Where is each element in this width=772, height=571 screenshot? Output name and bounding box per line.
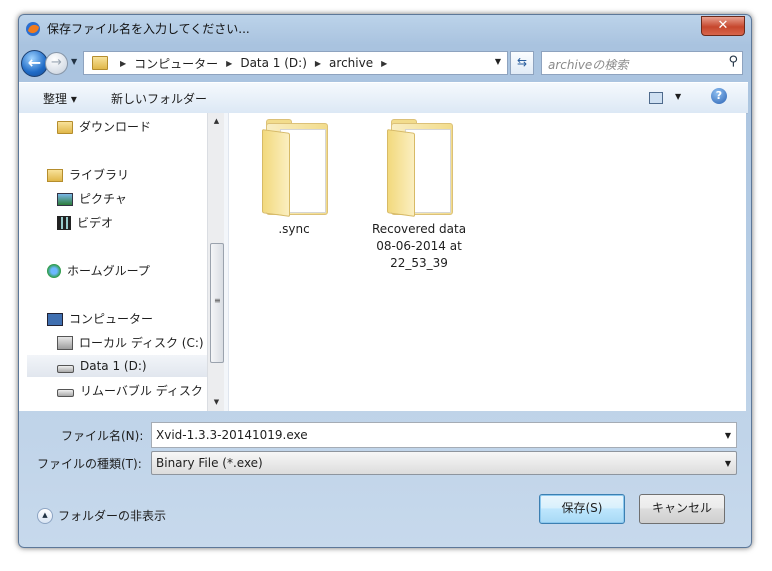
file-name: Recovered data 08-06-2014 at 22_53_39: [371, 222, 467, 270]
view-options-button[interactable]: ▼: [649, 90, 689, 106]
navigation-scrollbar[interactable]: ▲ ≡ ▼: [207, 113, 225, 411]
forward-button[interactable]: →: [45, 52, 68, 75]
filetype-label: ファイルの種類(T):: [37, 457, 142, 471]
sidebar-item-removable-disk[interactable]: リムーバブル ディスク (: [57, 379, 207, 401]
search-input[interactable]: archiveの検索 ⚲: [541, 51, 743, 75]
sidebar-item-downloads[interactable]: ダウンロード: [57, 115, 151, 137]
local-disk-icon: [57, 336, 73, 350]
file-item-recovered-data[interactable]: Recovered data 08-06-2014 at 22_53_39: [364, 119, 474, 272]
sidebar-item-homegroup[interactable]: ホームグループ: [47, 259, 150, 281]
library-icon: [47, 169, 63, 182]
organize-button[interactable]: 整理 ▾: [43, 90, 77, 107]
computer-icon: [47, 312, 63, 326]
filetype-value: Binary File (*.exe): [156, 456, 263, 470]
hide-folders-label: フォルダーの非表示: [58, 509, 167, 523]
chevron-down-icon: ▼: [724, 459, 731, 468]
sidebar-item-label: Data 1 (D:): [80, 359, 147, 373]
download-folder-icon: [57, 121, 73, 134]
address-bar[interactable]: ▶ コンピューター ▶ Data 1 (D:) ▶ archive ▶ ▼: [83, 51, 508, 75]
sidebar-item-videos[interactable]: ビデオ: [57, 211, 113, 233]
file-list: .sync Recovered data 08-06-2014 at 22_53…: [229, 113, 746, 411]
scroll-up-icon[interactable]: ▲: [208, 113, 225, 130]
removable-drive-icon: [57, 389, 74, 397]
sidebar-item-label: ローカル ディスク (C:): [79, 335, 204, 350]
chevron-up-icon: ▲: [37, 507, 53, 524]
sidebar-item-label: ダウンロード: [79, 119, 152, 134]
pictures-icon: [57, 193, 73, 206]
breadcrumb-computer[interactable]: コンピューター: [134, 55, 218, 72]
firefox-icon: [25, 21, 41, 37]
breadcrumb-data1[interactable]: Data 1 (D:): [240, 56, 307, 70]
close-button[interactable]: ✕: [701, 16, 745, 36]
grip-icon: ≡: [214, 296, 221, 305]
sidebar-item-pictures[interactable]: ピクチャ: [57, 187, 127, 209]
homegroup-icon: [47, 263, 61, 278]
file-item-sync[interactable]: .sync: [239, 119, 349, 238]
view-icon: [649, 92, 663, 104]
breadcrumb-chevron-icon[interactable]: ▶: [226, 59, 232, 68]
breadcrumb-chevron-icon[interactable]: ▶: [381, 59, 387, 68]
history-dropdown-icon[interactable]: ▼: [71, 57, 77, 66]
help-icon[interactable]: ?: [711, 88, 727, 104]
search-icon[interactable]: ⚲: [728, 54, 738, 69]
back-button[interactable]: ←: [21, 50, 48, 77]
cancel-button[interactable]: キャンセル: [639, 494, 725, 524]
refresh-button[interactable]: ⇆: [510, 51, 534, 75]
file-name: .sync: [278, 222, 310, 236]
sidebar-item-label: ホームグループ: [67, 263, 150, 278]
chevron-down-icon[interactable]: ▼: [725, 431, 731, 440]
filename-label: ファイル名(N):: [61, 429, 144, 443]
filename-value: Xvid-1.3.3-20141019.exe: [156, 428, 308, 442]
save-button[interactable]: 保存(S): [539, 494, 625, 524]
content-area: ダウンロード ライブラリ ピクチャ ビデオ ホームグループ コンピューター ロー…: [19, 113, 746, 411]
sidebar-item-label: ビデオ: [77, 215, 114, 230]
folder-icon: [385, 119, 453, 217]
breadcrumb-chevron-icon[interactable]: ▶: [120, 59, 126, 68]
scroll-down-icon[interactable]: ▼: [208, 394, 225, 411]
sidebar-item-label: リムーバブル ディスク (: [80, 383, 207, 398]
new-folder-button[interactable]: 新しいフォルダー: [111, 90, 207, 107]
save-form: ファイル名(N): Xvid-1.3.3-20141019.exe ▼ ファイル…: [19, 412, 746, 542]
folder-icon: [92, 56, 108, 70]
drive-icon: [57, 365, 74, 373]
address-dropdown-icon[interactable]: ▼: [495, 57, 501, 66]
sidebar-item-label: コンピューター: [69, 311, 154, 326]
navigation-bar: ← → ▼ ▶ コンピューター ▶ Data 1 (D:) ▶ archive …: [21, 48, 745, 78]
search-placeholder: archiveの検索: [548, 58, 629, 72]
command-toolbar: 整理 ▾ 新しいフォルダー ▼ ?: [19, 82, 748, 114]
folder-icon: [260, 119, 328, 217]
sidebar-item-label: ライブラリ: [69, 167, 130, 182]
navigation-pane: ダウンロード ライブラリ ピクチャ ビデオ ホームグループ コンピューター ロー…: [19, 113, 207, 411]
filetype-select[interactable]: Binary File (*.exe) ▼: [151, 451, 737, 475]
sidebar-item-libraries[interactable]: ライブラリ: [47, 163, 129, 185]
chevron-down-icon: ▼: [675, 92, 682, 101]
window-title: 保存ファイル名を入力してください...: [47, 22, 250, 36]
breadcrumb-chevron-icon[interactable]: ▶: [315, 59, 321, 68]
sidebar-item-label: ピクチャ: [79, 191, 127, 206]
scrollbar-thumb[interactable]: ≡: [210, 243, 224, 363]
sidebar-item-data1-d[interactable]: Data 1 (D:): [27, 355, 207, 377]
videos-icon: [57, 216, 71, 230]
sidebar-item-computer[interactable]: コンピューター: [47, 307, 153, 329]
filename-input[interactable]: Xvid-1.3.3-20141019.exe ▼: [151, 422, 737, 448]
sidebar-item-local-disk-c[interactable]: ローカル ディスク (C:): [57, 331, 204, 353]
breadcrumb-archive[interactable]: archive: [329, 56, 373, 70]
hide-folders-toggle[interactable]: ▲ フォルダーの非表示: [37, 507, 166, 524]
